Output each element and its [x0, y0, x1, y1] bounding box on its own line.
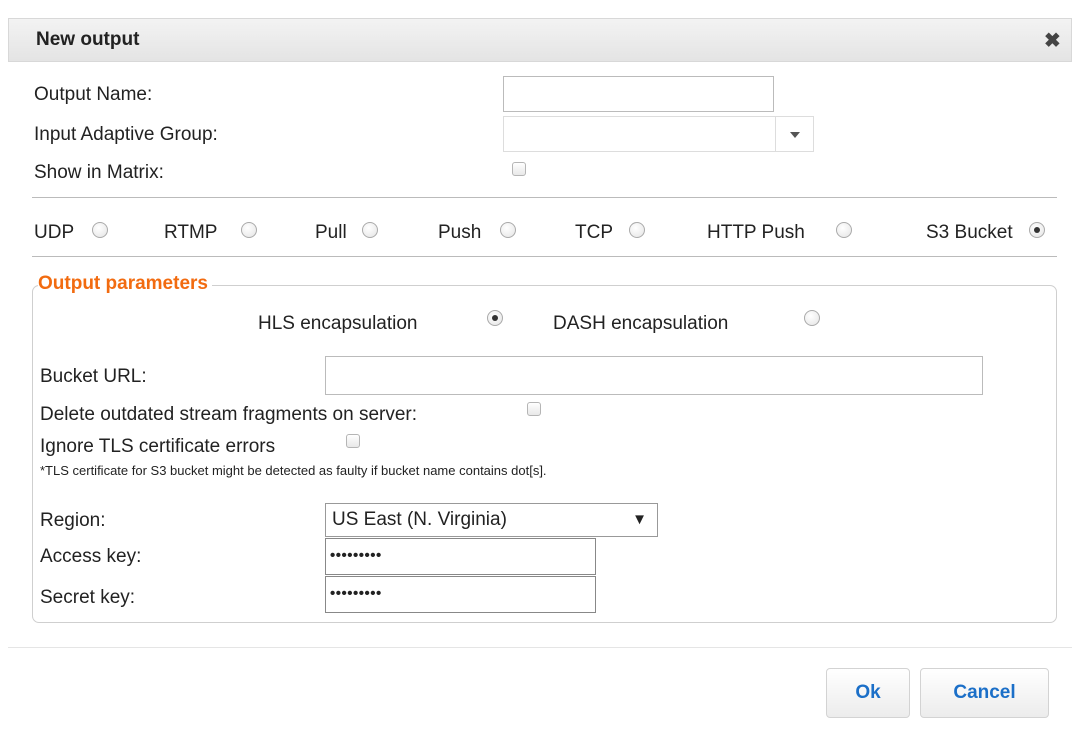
delete-fragments-checkbox[interactable] — [527, 402, 541, 416]
show-in-matrix-label: Show in Matrix: — [34, 162, 164, 183]
dialog-titlebar — [8, 18, 1072, 62]
radio-label-s3-bucket: S3 Bucket — [926, 222, 1013, 243]
secret-key-input[interactable]: ••••••••• — [325, 576, 596, 613]
radio-label-udp: UDP — [34, 222, 75, 243]
hls-encapsulation-label: HLS encapsulation — [258, 313, 418, 334]
radio-label-push: Push — [438, 222, 482, 243]
cancel-button[interactable]: Cancel — [920, 668, 1049, 718]
radio-pull[interactable] — [362, 222, 378, 238]
divider-top — [32, 197, 1057, 198]
dropdown-arrow-icon: ▼ — [632, 511, 647, 528]
tls-note: *TLS certificate for S3 bucket might be … — [40, 463, 547, 478]
output-name-input[interactable] — [503, 76, 774, 112]
radio-push[interactable] — [500, 222, 516, 238]
radio-label-rtmp: RTMP — [164, 222, 218, 243]
access-key-label: Access key: — [40, 546, 142, 567]
radio-udp[interactable] — [92, 222, 108, 238]
radio-label-http-push: HTTP Push — [707, 222, 805, 243]
input-adaptive-group-label: Input Adaptive Group: — [34, 124, 218, 145]
access-key-input[interactable]: ••••••••• — [325, 538, 596, 575]
close-icon[interactable]: ✖ — [1044, 28, 1061, 53]
radio-tcp[interactable] — [629, 222, 645, 238]
radio-rtmp[interactable] — [241, 222, 257, 238]
footer-divider — [8, 647, 1072, 648]
delete-fragments-label: Delete outdated stream fragments on serv… — [40, 404, 418, 425]
divider-bottom — [32, 256, 1057, 257]
radio-hls-encapsulation[interactable] — [487, 310, 503, 326]
ok-button[interactable]: Ok — [826, 668, 910, 718]
dialog-title: New output — [36, 29, 140, 50]
radio-s3-bucket[interactable] — [1029, 222, 1045, 238]
secret-key-label: Secret key: — [40, 587, 136, 608]
top-strip — [0, 0, 1078, 5]
region-select-value: US East (N. Virginia) — [332, 509, 507, 530]
bucket-url-input[interactable] — [325, 356, 983, 395]
ignore-tls-label: Ignore TLS certificate errors — [40, 436, 276, 457]
bucket-url-label: Bucket URL: — [40, 366, 147, 387]
select-arrow-cell[interactable] — [775, 117, 814, 151]
region-select[interactable]: US East (N. Virginia) ▼ — [325, 503, 658, 537]
region-label: Region: — [40, 510, 106, 531]
output-name-label: Output Name: — [34, 84, 153, 105]
input-adaptive-group-select[interactable] — [503, 116, 814, 152]
show-in-matrix-checkbox[interactable] — [512, 162, 526, 176]
ignore-tls-checkbox[interactable] — [346, 434, 360, 448]
radio-label-pull: Pull — [315, 222, 347, 243]
radio-dash-encapsulation[interactable] — [804, 310, 820, 326]
output-parameters-legend: Output parameters — [38, 273, 212, 295]
radio-http-push[interactable] — [836, 222, 852, 238]
radio-label-tcp: TCP — [575, 222, 613, 243]
chevron-down-icon — [790, 132, 800, 138]
dash-encapsulation-label: DASH encapsulation — [553, 313, 729, 334]
